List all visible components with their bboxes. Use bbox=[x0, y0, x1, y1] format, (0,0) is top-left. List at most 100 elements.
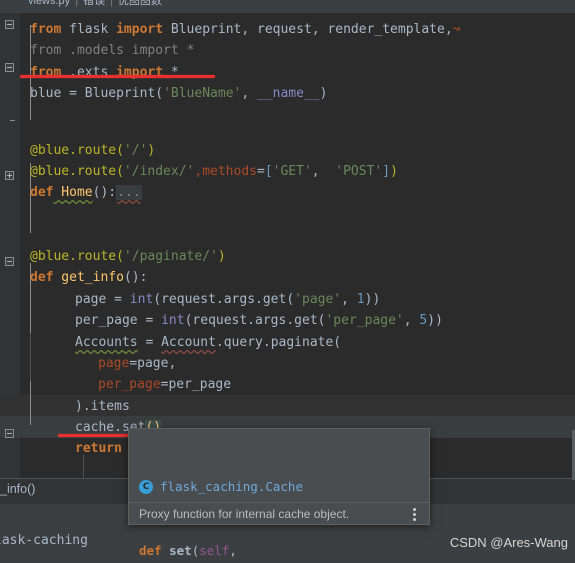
token-builtin-int: int bbox=[129, 292, 154, 307]
code-line-17[interactable]: per_page=per_page bbox=[98, 374, 231, 396]
token-equals: = bbox=[257, 164, 265, 179]
token-paren-close: ) bbox=[390, 164, 398, 179]
token-string-page: 'page' bbox=[294, 292, 342, 307]
popup-signature-line-1: def set(self, bbox=[139, 541, 419, 561]
token-comma: , bbox=[241, 86, 258, 101]
code-line-13[interactable]: page = int(request.args.get('page', 1)) bbox=[75, 289, 380, 311]
token-parens-close: )) bbox=[364, 292, 381, 307]
token-string-get: 'GET' bbox=[272, 164, 312, 179]
token-from: from bbox=[30, 22, 62, 37]
code-line-16[interactable]: page=page, bbox=[98, 353, 176, 375]
token-paren-close: ) bbox=[319, 86, 328, 101]
popup-package-path[interactable]: flask_caching.Cache bbox=[160, 477, 303, 497]
breadcrumb[interactable]: views.py | 错误 | 优图图数 bbox=[0, 0, 575, 13]
breadcrumb-item-2[interactable]: 错误 bbox=[83, 0, 105, 7]
token-request-args-get: (request.args.get( bbox=[184, 313, 326, 328]
breadcrumb-sep-2: | bbox=[110, 0, 113, 7]
code-line-1[interactable]: from flask import Blueprint, request, re… bbox=[30, 19, 461, 41]
token-assign: = bbox=[137, 335, 162, 350]
line-continuation-icon: ↝ bbox=[452, 22, 461, 37]
token-def: def bbox=[30, 185, 54, 200]
token-comma: , bbox=[229, 543, 237, 558]
code-line-14[interactable]: per_page = int(request.args.get('per_pag… bbox=[75, 310, 443, 332]
popup-description-bar: Proxy function for internal cache object… bbox=[129, 503, 429, 525]
fold-marker-line-1[interactable] bbox=[5, 20, 14, 29]
token-assign: = bbox=[145, 313, 162, 328]
package-label[interactable]: lask-caching bbox=[0, 533, 88, 548]
documentation-popup[interactable]: C flask_caching.Cache def set(self, *arg… bbox=[128, 428, 430, 558]
token-class-blueprint: Blueprint bbox=[84, 86, 156, 101]
token-var-page: page bbox=[75, 292, 115, 307]
code-line-8[interactable]: def Home():... bbox=[30, 182, 142, 204]
editor-gutter[interactable] bbox=[0, 13, 20, 555]
token-paren-close: ) bbox=[217, 249, 226, 264]
token-function-getinfo: get_info bbox=[53, 270, 124, 285]
token-string-post: 'POST' bbox=[335, 164, 383, 179]
panel-divider-vertical bbox=[83, 455, 84, 479]
token-var-accounts: Accounts bbox=[75, 335, 138, 350]
token-import-names: Blueprint, request, render_template, bbox=[163, 22, 453, 37]
code-line-4[interactable]: blue = Blueprint('BlueName', __name__) bbox=[30, 83, 327, 105]
token-request-args-get: (request.args.get( bbox=[153, 292, 295, 307]
code-line-12[interactable]: def get_info(): bbox=[30, 267, 147, 289]
token-string-index: '/index/' bbox=[123, 164, 195, 179]
popup-signature-area: C flask_caching.Cache def set(self, *arg… bbox=[129, 429, 429, 563]
token-kwarg-methods: methods bbox=[202, 164, 257, 179]
token-string-root: '/' bbox=[123, 143, 148, 158]
token-assign: = bbox=[69, 86, 85, 101]
code-line-6[interactable]: @blue.route('/') bbox=[30, 140, 155, 162]
token-self: self bbox=[199, 543, 230, 558]
folded-body-placeholder[interactable]: ... bbox=[116, 185, 142, 200]
red-underline-exts-import bbox=[20, 75, 215, 78]
breadcrumb-file[interactable]: views.py bbox=[28, 0, 70, 7]
code-line-15[interactable]: Accounts = Account.query.paginate( bbox=[75, 332, 341, 354]
token-signature: (): bbox=[92, 185, 117, 200]
token-return: return bbox=[75, 441, 122, 456]
token-assign: = bbox=[114, 292, 130, 307]
token-import: import bbox=[116, 22, 164, 37]
token-parens-close: )) bbox=[427, 313, 443, 328]
token-decorator: @blue.route( bbox=[30, 164, 124, 179]
code-line-18[interactable]: ).items bbox=[75, 396, 130, 418]
token-comma: , bbox=[403, 313, 420, 328]
token-query-paginate: .query.paginate( bbox=[215, 335, 342, 350]
token-builtin-int: int bbox=[161, 313, 185, 328]
token-dunder-name: __name__ bbox=[257, 86, 320, 101]
watermark-label: CSDN @Ares-Wang bbox=[449, 535, 568, 550]
token-bracket-open: [ bbox=[264, 164, 273, 179]
ide-window: views.py | 错误 | 优图图数 from flask import Bluep… bbox=[0, 0, 575, 563]
breadcrumb-current-function[interactable]: _info() bbox=[0, 482, 35, 496]
token-var-perpage: per_page bbox=[75, 313, 146, 328]
code-line-2[interactable]: from .models import * bbox=[30, 40, 194, 62]
code-line-7[interactable]: @blue.route('/index/',methods=['GET', 'P… bbox=[30, 161, 398, 183]
token-bracket-close: ] bbox=[382, 164, 391, 179]
token-comma: , bbox=[311, 164, 336, 179]
token-paren-close: ) bbox=[147, 143, 156, 158]
fold-marker-getinfo[interactable] bbox=[5, 257, 14, 266]
token-decorator: @blue.route( bbox=[30, 143, 124, 158]
token-kwarg-page-value: =page, bbox=[129, 356, 177, 371]
token-comma: , bbox=[341, 292, 357, 307]
breadcrumb-item-3[interactable]: 优图图数 bbox=[118, 0, 162, 7]
token-string-perpage: 'per_page' bbox=[325, 313, 404, 328]
token-paren-open: ( bbox=[155, 86, 164, 101]
token-kwarg-perpage-value: =per_page bbox=[160, 377, 232, 392]
code-line-3[interactable]: from .exts import * bbox=[30, 62, 179, 84]
token-kwarg-perpage: per_page bbox=[98, 377, 161, 392]
fold-marker-home[interactable] bbox=[5, 171, 14, 180]
kebab-menu-icon[interactable] bbox=[410, 506, 419, 523]
token-signature: (): bbox=[123, 270, 148, 285]
breadcrumb-sep-1: | bbox=[75, 0, 79, 7]
token-model-account: Account bbox=[161, 335, 216, 350]
token-module: flask bbox=[61, 22, 117, 37]
token-def: def bbox=[139, 543, 162, 558]
fold-marker-return[interactable] bbox=[5, 429, 14, 438]
token-string-bluename: 'BlueName' bbox=[163, 86, 242, 101]
code-line-11[interactable]: @blue.route('/paginate/') bbox=[30, 246, 226, 268]
token-kwarg-page: page bbox=[98, 356, 130, 371]
popup-header: C flask_caching.Cache bbox=[139, 477, 419, 497]
token-number-default: 1 bbox=[356, 292, 365, 307]
fold-end-imports bbox=[10, 120, 15, 121]
fold-marker-line-3[interactable] bbox=[5, 63, 14, 72]
token-var-blue: blue bbox=[30, 86, 70, 101]
